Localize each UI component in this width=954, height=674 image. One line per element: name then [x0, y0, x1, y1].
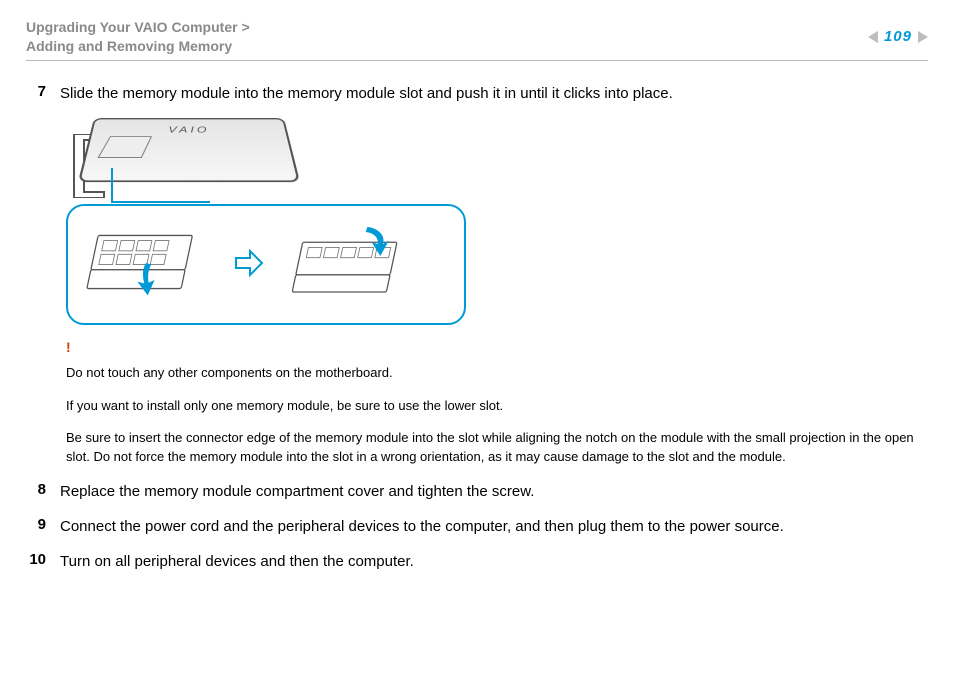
breadcrumb-sep: > [241, 19, 249, 35]
note-text: If you want to install only one memory m… [66, 397, 928, 416]
warning-icon: ! [66, 337, 928, 357]
callout-box [66, 204, 466, 326]
step-text: Replace the memory module compartment co… [60, 481, 534, 502]
arrow-right-icon [232, 246, 266, 280]
memory-slot-icon [98, 136, 153, 158]
step-text: Connect the power cord and the periphera… [60, 516, 784, 537]
note-text: Be sure to insert the connector edge of … [66, 429, 928, 467]
memory-click-icon [292, 220, 412, 306]
step-9: 9 Connect the power cord and the periphe… [26, 516, 928, 537]
memory-insert-icon [86, 220, 206, 306]
step-text: Turn on all peripheral devices and then … [60, 551, 414, 572]
step-text: Slide the memory module into the memory … [60, 83, 673, 104]
breadcrumb-topic: Adding and Removing Memory [26, 38, 232, 54]
page-body: 7 Slide the memory module into the memor… [26, 61, 928, 572]
step-number: 7 [26, 83, 46, 104]
step-number: 9 [26, 516, 46, 537]
manual-page: Upgrading Your VAIO Computer > Adding an… [0, 0, 954, 674]
step-number: 10 [26, 551, 46, 572]
device-logo: VAIO [168, 125, 210, 135]
page-nav: 109 [868, 18, 928, 45]
page-number: 109 [884, 28, 912, 45]
prev-page-button[interactable] [868, 31, 878, 43]
page-header: Upgrading Your VAIO Computer > Adding an… [26, 18, 928, 61]
breadcrumb-section: Upgrading Your VAIO Computer [26, 19, 238, 35]
step-10: 10 Turn on all peripheral devices and th… [26, 551, 928, 572]
step-number: 8 [26, 481, 46, 502]
instruction-figure: VAIO [66, 118, 928, 326]
breadcrumb: Upgrading Your VAIO Computer > Adding an… [26, 18, 250, 56]
note-text: Do not touch any other components on the… [66, 364, 928, 383]
step-7: 7 Slide the memory module into the memor… [26, 83, 928, 104]
step-8: 8 Replace the memory module compartment … [26, 481, 928, 502]
next-page-button[interactable] [918, 31, 928, 43]
caution-notes: ! Do not touch any other components on t… [66, 337, 928, 467]
device-illustration: VAIO [70, 118, 280, 198]
